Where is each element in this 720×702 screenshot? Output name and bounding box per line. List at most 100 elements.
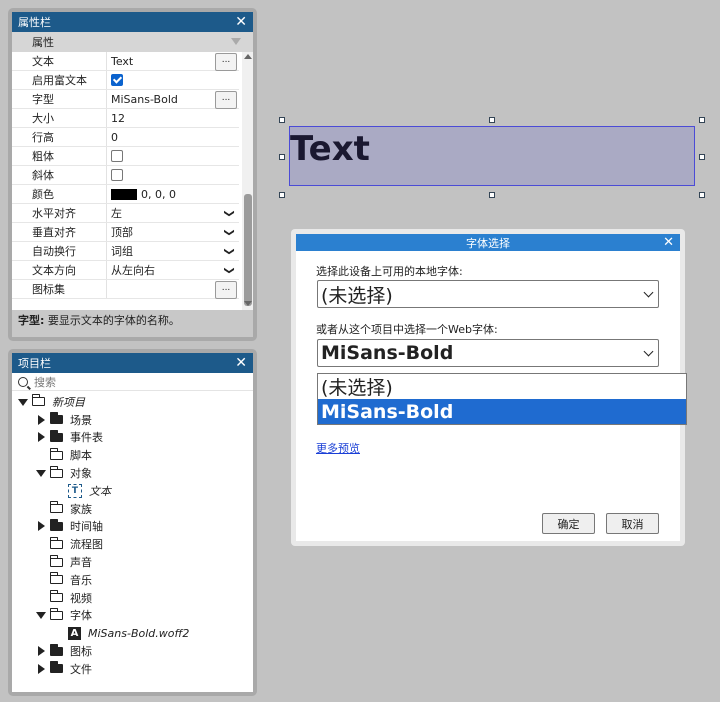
resize-handle[interactable] — [279, 154, 285, 160]
chevron-down-icon[interactable]: ❯ — [223, 266, 234, 274]
tree-item[interactable]: 声音 — [12, 553, 253, 571]
resize-handle[interactable] — [279, 192, 285, 198]
property-value[interactable]: MiSans-Bold... — [107, 90, 239, 109]
property-row[interactable]: 大小 12 — [12, 109, 239, 128]
property-row[interactable]: 字型 MiSans-Bold... — [12, 90, 239, 109]
tree-item[interactable]: 文件 — [12, 660, 253, 678]
chevron-down-icon[interactable]: ❯ — [223, 228, 234, 236]
property-value[interactable]: 从左向右 ❯ — [107, 261, 239, 279]
property-value[interactable]: 顶部 ❯ — [107, 223, 239, 241]
ellipsis-button[interactable]: ... — [215, 91, 237, 109]
expand-arrow-icon[interactable] — [36, 468, 46, 478]
tree-item[interactable]: 脚本 — [12, 446, 253, 464]
scroll-up-icon[interactable] — [244, 54, 252, 59]
property-row[interactable]: 行高 0 — [12, 128, 239, 147]
collapse-arrow-icon[interactable] — [36, 432, 46, 443]
color-swatch[interactable] — [111, 188, 137, 200]
property-value[interactable]: 0 — [107, 128, 239, 146]
checkbox[interactable] — [111, 150, 123, 162]
ellipsis-button[interactable]: ... — [215, 281, 237, 299]
tree-item[interactable]: 视频 — [12, 589, 253, 607]
tree-item-label: 流程图 — [70, 538, 103, 552]
property-row[interactable]: 文本 Text... — [12, 52, 239, 71]
ok-button[interactable]: 确定 — [542, 513, 595, 534]
resize-handle[interactable] — [489, 192, 495, 198]
property-row[interactable]: 斜体 — [12, 166, 239, 185]
text-object[interactable]: Text — [289, 126, 695, 186]
property-value[interactable] — [107, 71, 239, 89]
ellipsis-button[interactable]: ... — [215, 53, 237, 71]
property-value[interactable] — [107, 166, 239, 184]
property-key: 颜色 — [12, 185, 107, 203]
resize-handle[interactable] — [489, 117, 495, 123]
close-icon[interactable]: ✕ — [663, 235, 674, 250]
property-row[interactable]: 文本方向 从左向右 ❯ — [12, 261, 239, 280]
tree-item[interactable]: 对象 — [12, 464, 253, 482]
checkbox[interactable] — [111, 169, 123, 181]
expand-arrow-icon[interactable] — [18, 397, 28, 407]
property-row[interactable]: 垂直对齐 顶部 ❯ — [12, 223, 239, 242]
property-row[interactable]: 粗体 — [12, 147, 239, 166]
property-row[interactable]: 颜色 0, 0, 0 — [12, 185, 239, 204]
collapse-arrow-icon[interactable] — [36, 663, 46, 674]
tree-item[interactable]: 图标 — [12, 642, 253, 660]
tree-item[interactable]: 音乐 — [12, 571, 253, 589]
web-font-select[interactable]: MiSans-Bold — [317, 339, 659, 367]
resize-handle[interactable] — [699, 192, 705, 198]
property-value[interactable]: 左 ❯ — [107, 204, 239, 222]
tree-item[interactable]: 家族 — [12, 500, 253, 518]
property-value[interactable]: 0, 0, 0 — [107, 185, 239, 203]
chevron-down-icon[interactable]: ❯ — [223, 247, 234, 255]
tree-item[interactable]: 时间轴 — [12, 518, 253, 536]
scroll-down-icon[interactable] — [244, 301, 252, 306]
tree-item[interactable]: 流程图 — [12, 535, 253, 553]
property-row[interactable]: 图标集... — [12, 280, 239, 299]
project-tree: 新项目 场景 事件表 脚本 对象 T 文本 家族时间轴流程图 声音 音乐 视频 字体 A MiSans-B… — [12, 391, 253, 678]
property-row[interactable]: 水平对齐左 ❯ — [12, 204, 239, 223]
tree-item[interactable]: 字体 — [12, 607, 253, 625]
tree-item-label: 图标 — [70, 645, 92, 659]
resize-handle[interactable] — [279, 117, 285, 123]
close-icon[interactable]: ✕ — [235, 15, 247, 29]
collapse-arrow-icon[interactable] — [36, 646, 46, 657]
collapse-icon[interactable] — [231, 38, 241, 45]
tree-item[interactable]: 场景 — [12, 411, 253, 429]
property-row[interactable]: 自动换行 词组 ❯ — [12, 242, 239, 261]
folder-icon — [49, 412, 63, 425]
close-icon[interactable]: ✕ — [235, 356, 247, 370]
font-file-icon: A — [68, 626, 81, 640]
property-value[interactable]: 12 — [107, 109, 239, 127]
dropdown-option-selected[interactable]: MiSans-Bold — [318, 399, 686, 424]
scrollbar-thumb[interactable] — [244, 194, 252, 306]
property-value[interactable]: Text... — [107, 52, 239, 71]
property-value-text: MiSans-Bold — [111, 92, 178, 106]
collapse-arrow-icon[interactable] — [36, 521, 46, 532]
local-font-select[interactable]: (未选择) — [317, 280, 659, 308]
property-value[interactable] — [107, 147, 239, 165]
property-row[interactable]: 启用富文本 — [12, 71, 239, 90]
cancel-button[interactable]: 取消 — [606, 513, 659, 534]
tree-item[interactable]: T 文本 — [12, 482, 253, 500]
collapse-arrow-icon[interactable] — [36, 414, 46, 425]
properties-header[interactable]: 属性 — [12, 32, 253, 52]
dropdown-option[interactable]: (未选择) — [318, 374, 686, 399]
checkbox[interactable] — [111, 74, 123, 86]
resize-handle[interactable] — [699, 154, 705, 160]
property-value[interactable]: ... — [107, 280, 239, 299]
search-input[interactable]: 搜索 — [12, 373, 253, 391]
expand-arrow-icon[interactable] — [36, 610, 46, 620]
tree-item[interactable]: 事件表 — [12, 429, 253, 447]
more-preview-link[interactable]: 更多预览 — [316, 440, 360, 456]
property-value-text: 从左向右 — [111, 264, 155, 277]
resize-handle[interactable] — [699, 117, 705, 123]
tree-item-label: 时间轴 — [70, 520, 103, 534]
tree-item[interactable]: A MiSans-Bold.woff2 — [12, 624, 253, 642]
chevron-down-icon[interactable]: ❯ — [223, 209, 234, 217]
chevron-down-icon — [643, 346, 654, 357]
tree-item[interactable]: 新项目 — [12, 393, 253, 411]
property-value[interactable]: 词组 ❯ — [107, 242, 239, 260]
properties-scrollbar[interactable] — [242, 52, 253, 310]
